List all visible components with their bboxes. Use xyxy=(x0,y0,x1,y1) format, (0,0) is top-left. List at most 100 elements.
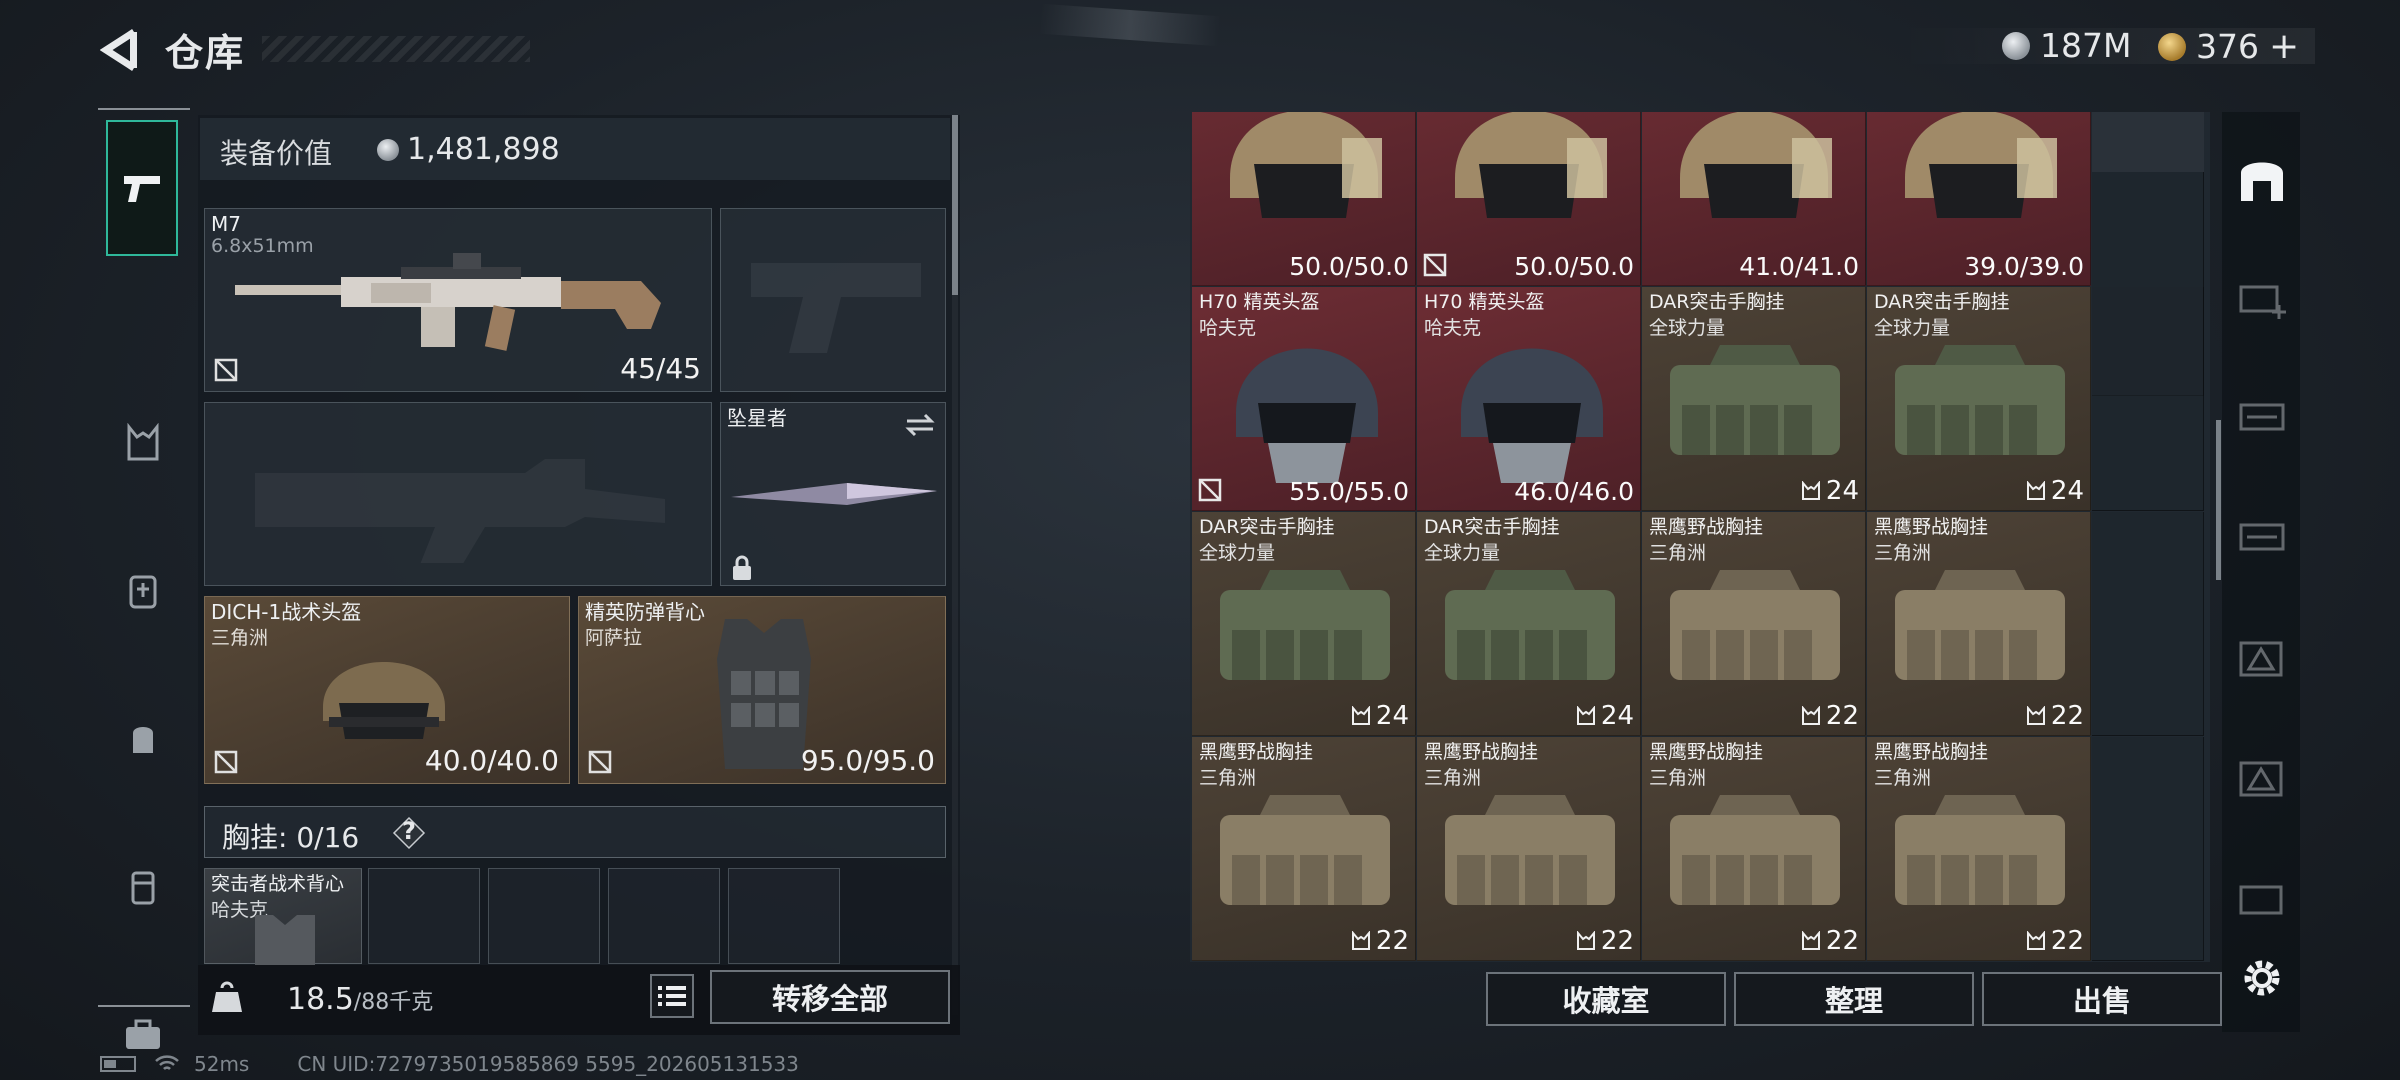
collection-room-button[interactable]: 收藏室 xyxy=(1486,972,1726,1026)
primary-weapon-slot[interactable]: M7 6.8x51mm 45/45 xyxy=(204,208,712,392)
helmet-slot[interactable]: DICH-1战术头盔 三角洲 40.0/40.0 xyxy=(204,596,570,784)
pocket-slot-3[interactable] xyxy=(608,868,720,964)
storage-tab-6[interactable] xyxy=(2234,868,2290,924)
item-brand: 全球力量 xyxy=(1649,317,1726,339)
item-capacity-value: 22 xyxy=(1825,701,1859,731)
item-brand: 全球力量 xyxy=(1424,542,1501,564)
storage-tab-3[interactable] xyxy=(2234,508,2290,564)
backpack-slot[interactable]: 突击者战术背心 哈夫克 xyxy=(204,868,362,965)
capacity-icon xyxy=(1351,931,1370,950)
no-insure-icon xyxy=(214,750,238,774)
nav-pouch[interactable] xyxy=(108,852,178,922)
inventory-item[interactable]: 黑鹰野战胸挂 三角洲 22 xyxy=(1192,737,1416,961)
warehouse-icon xyxy=(2241,162,2283,201)
armor-name: 精英防弹背心 xyxy=(585,600,705,624)
nav-armor[interactable] xyxy=(108,556,178,626)
sell-button[interactable]: 出售 xyxy=(1982,972,2222,1026)
currency-gold[interactable]: 376 + xyxy=(2158,26,2299,67)
storage-tab-2[interactable] xyxy=(2234,388,2290,444)
melee-slot[interactable]: 坠星者 xyxy=(720,402,946,586)
helmet-icon xyxy=(1236,348,1378,483)
item-capacity-value: 22 xyxy=(2050,926,2084,956)
item-capacity-value: 22 xyxy=(1600,926,1634,956)
title-decoration xyxy=(262,36,530,62)
equipment-scroll-thumb[interactable] xyxy=(952,115,958,295)
chest-rig-icon xyxy=(1895,570,2065,680)
inventory-partial-item[interactable] xyxy=(2092,112,2204,172)
nav-chest-rig[interactable] xyxy=(108,408,178,478)
inventory-item[interactable]: DAR突击手胸挂 全球力量 24 xyxy=(1867,287,2091,511)
item-capacity: 24 xyxy=(1351,701,1409,731)
storage-tab-4[interactable] xyxy=(2234,628,2290,684)
swap-icon[interactable] xyxy=(903,411,937,439)
weapon-name: M7 xyxy=(211,212,241,236)
inventory-item[interactable]: DAR突击手胸挂 全球力量 24 xyxy=(1417,512,1641,736)
nav-divider-bottom xyxy=(98,1005,190,1007)
armor-brand: 阿萨拉 xyxy=(585,627,643,649)
inventory-empty-cell[interactable] xyxy=(2092,287,2204,511)
transfer-all-button[interactable]: 转移全部 xyxy=(710,970,950,1024)
item-capacity-value: 22 xyxy=(2050,701,2084,731)
item-capacity: 22 xyxy=(1576,926,1634,956)
pouch-icon xyxy=(131,871,155,905)
capacity-icon xyxy=(2026,706,2045,725)
item-capacity: 22 xyxy=(2026,701,2084,731)
triangle-box-icon xyxy=(2239,761,2283,797)
inventory-item[interactable]: 黑鹰野战胸挂 三角洲 22 xyxy=(1867,512,2091,736)
armor-slot[interactable]: 精英防弹背心 阿萨拉 95.0/95.0 xyxy=(578,596,946,784)
inventory-item[interactable]: 39.0/39.0 xyxy=(1867,112,2091,286)
pocket-slot-2[interactable] xyxy=(488,868,600,964)
inventory-scroll-thumb[interactable] xyxy=(2216,420,2221,580)
storage-tab-main[interactable] xyxy=(2234,150,2290,206)
inventory-item[interactable]: H70 精英头盔 哈夫克 46.0/46.0 xyxy=(1417,287,1641,511)
back-arrow-icon[interactable] xyxy=(100,28,140,72)
nav-weapons[interactable] xyxy=(106,120,178,256)
item-brand: 三角洲 xyxy=(1649,767,1707,789)
inventory-item[interactable]: 黑鹰野战胸挂 三角洲 22 xyxy=(1642,737,1866,961)
inventory-item[interactable]: 41.0/41.0 xyxy=(1642,112,1866,286)
currency-silver[interactable]: 187M xyxy=(2002,26,2131,65)
item-durability: 41.0/41.0 xyxy=(1739,252,1859,281)
item-capacity-value: 24 xyxy=(1375,701,1409,731)
sidearm-slot-empty[interactable] xyxy=(720,208,946,392)
chest-rig-icon xyxy=(1895,345,2065,455)
gold-add-button[interactable]: + xyxy=(2269,26,2299,67)
inventory-item[interactable]: DAR突击手胸挂 全球力量 24 xyxy=(1192,512,1416,736)
pocket-slot-4[interactable] xyxy=(728,868,840,964)
settings-button[interactable] xyxy=(2234,950,2290,1006)
item-brand: 哈夫克 xyxy=(1424,317,1482,339)
pocket-slot-1[interactable] xyxy=(368,868,480,964)
chest-rig-help-button[interactable]: ? xyxy=(392,816,426,850)
inventory-item[interactable]: 黑鹰野战胸挂 三角洲 22 xyxy=(1417,737,1641,961)
inventory-empty-cell[interactable] xyxy=(2092,737,2204,961)
item-capacity: 24 xyxy=(1801,476,1859,506)
capacity-icon xyxy=(1801,931,1820,950)
chest-rig-icon xyxy=(1670,795,1840,905)
secondary-weapon-slot-empty[interactable] xyxy=(204,402,712,586)
storage-tab-expand-1[interactable] xyxy=(2234,268,2290,324)
equipment-value-label: 装备价值 xyxy=(220,137,333,170)
item-capacity: 24 xyxy=(1576,701,1634,731)
chest-rig-count: 0/16 xyxy=(296,821,360,854)
nav-backpack[interactable] xyxy=(108,704,178,774)
rifle-icon xyxy=(235,253,661,351)
capacity-icon xyxy=(1801,706,1820,725)
inventory-item[interactable]: 黑鹰野战胸挂 三角洲 22 xyxy=(1867,737,2091,961)
armor-durability: 95.0/95.0 xyxy=(800,744,935,777)
rifle-placeholder-icon xyxy=(255,459,665,563)
list-view-button[interactable] xyxy=(650,974,694,1018)
inventory-item[interactable]: 50.0/50.0 xyxy=(1417,112,1641,286)
inventory-item[interactable]: DAR突击手胸挂 全球力量 24 xyxy=(1642,287,1866,511)
inventory-item[interactable]: 黑鹰野战胸挂 三角洲 22 xyxy=(1642,512,1866,736)
organize-button[interactable]: 整理 xyxy=(1734,972,1974,1026)
capacity-icon xyxy=(1576,706,1595,725)
storage-tab-5[interactable] xyxy=(2234,748,2290,804)
item-name: H70 精英头盔 xyxy=(1424,291,1545,313)
battery-icon xyxy=(100,1056,136,1072)
inventory-item[interactable]: 50.0/50.0 xyxy=(1192,112,1416,286)
inventory-item[interactable]: H70 精英头盔 哈夫克 55.0/55.0 xyxy=(1192,287,1416,511)
item-durability: 46.0/46.0 xyxy=(1514,477,1634,506)
inventory-empty-cell[interactable] xyxy=(2092,512,2204,736)
item-name: DAR突击手胸挂 xyxy=(1424,516,1560,538)
silver-coin-icon xyxy=(2002,31,2030,60)
